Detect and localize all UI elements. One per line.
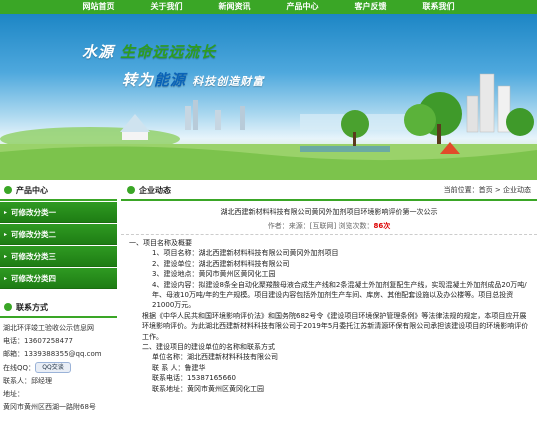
product-center-header: 产品中心 [0, 181, 117, 201]
qq-label: 在线QQ： [3, 363, 36, 372]
contact-company: 湖北环评竣工验收公示信息网 [3, 324, 94, 332]
contact-phone: 电话：13607258477 [3, 337, 73, 346]
article-paragraph: 单位名称：湖北西建新材料科技有限公司 [152, 353, 278, 362]
nav-about[interactable]: 关于我们 [133, 0, 201, 14]
slogan-water: 水源 [82, 43, 115, 61]
bullet-icon [127, 186, 135, 194]
main-area: 产品中心 ▸ 可修改分类一 ▸ 可修改分类二 ▸ 可修改分类三 ▸ 可修改分类四 联系方… [0, 181, 537, 434]
slogan-convert: 转为 [122, 71, 155, 89]
article-paragraph: 3、建设地点：黄冈市黄州区黄冈化工园 [152, 270, 276, 279]
tab-label: 企业动态 [139, 185, 171, 195]
tab-company-news[interactable]: 企业动态 [121, 185, 171, 196]
bullet-icon [4, 186, 12, 194]
contact-address-label: 地址： [3, 390, 24, 399]
triangle-icon: ▸ [4, 230, 8, 238]
sidebar: 产品中心 ▸ 可修改分类一 ▸ 可修改分类二 ▸ 可修改分类三 ▸ 可修改分类四 联系方… [0, 181, 117, 418]
article-paragraph: 根据《中华人民共和国环境影响评价法》和国务院682号令《建设项目环境保护管理条例… [142, 311, 529, 341]
sidebar-item-label: 可修改分类三 [11, 251, 57, 261]
meta-hits-label: 浏览次数： [338, 222, 374, 230]
article-paragraph: 4、建设内容：拟建设8条全自动化聚羧酸母液合成生产线和2条混凝土外加剂复配生产线… [152, 280, 527, 310]
meta-source: [互联网] [309, 222, 337, 230]
content-header: 企业动态 当前位置：首页 > 企业动态 [121, 181, 537, 201]
sidebar-item-2[interactable]: ▸ 可修改分类二 [0, 224, 117, 245]
article-paragraph: 一、项目名称及概要 [129, 239, 192, 247]
nav-news[interactable]: 新闻资讯 [201, 0, 269, 14]
article-paragraph: 联系电话：15387165660 [152, 374, 236, 383]
article-paragraph: 联系地址：黄冈市黄州区黄冈化工园 [152, 384, 264, 393]
contact-qq: 在线QQ： QQ交谈 [3, 362, 114, 375]
contact-title: 联系方式 [16, 302, 48, 312]
article-paragraph: 二、建设项目的建设单位的名称和联系方式 [142, 343, 275, 352]
content-panel: 企业动态 当前位置：首页 > 企业动态 湖北西建新材料科技有限公司黄冈外加剂项目… [121, 181, 537, 394]
banner: 水源 生命远远流长 转为能源 科技创造财富 [0, 14, 537, 180]
meta-author-source: 作者：来源： [267, 222, 310, 230]
sidebar-item-label: 可修改分类二 [11, 229, 57, 239]
bullet-icon [4, 303, 12, 311]
banner-slogan-2: 转为能源 科技创造财富 [122, 69, 264, 90]
slogan-life: 生命远远流长 [120, 43, 217, 61]
contact-address: 黄冈市黄州区西湖一路附68号 [3, 403, 96, 412]
contact-person: 联系人：邱经理 [3, 376, 52, 385]
contact-section: 联系方式 湖北环评竣工验收公示信息网 电话：13607258477 邮箱：133… [0, 298, 117, 418]
contact-email: 邮箱：1339388355@qq.com [3, 350, 102, 359]
qq-chat-button[interactable]: QQ交谈 [35, 362, 72, 374]
article-title: 湖北西建新材料科技有限公司黄冈外加剂项目环境影响评价第一次公示 [220, 208, 438, 216]
nav-contact[interactable]: 联系我们 [405, 0, 473, 14]
triangle-icon: ▸ [4, 252, 8, 260]
product-center-title: 产品中心 [16, 185, 48, 195]
sidebar-item-label: 可修改分类一 [11, 207, 57, 217]
slogan-tech: 科技创造财富 [192, 75, 265, 88]
article-body: 一、项目名称及概要 1、项目名称：湖北西建新材料科技有限公司黄冈外加剂项目 2、建设… [121, 235, 537, 394]
article-paragraph: 2、建设单位：湖北西建新材料科技有限公司 [152, 259, 290, 268]
nav-products[interactable]: 产品中心 [269, 0, 337, 14]
banner-scenery [0, 73, 537, 180]
sidebar-item-3[interactable]: ▸ 可修改分类三 [0, 246, 117, 267]
slogan-energy: 能源 [154, 71, 187, 89]
sidebar-item-1[interactable]: ▸ 可修改分类一 [0, 202, 117, 223]
breadcrumb[interactable]: 当前位置：首页 > 企业动态 [444, 185, 537, 195]
nav-home[interactable]: 网站首页 [65, 0, 133, 14]
article-meta: 作者：来源：[互联网] 浏览次数：86次 [121, 221, 537, 235]
nav-feedback[interactable]: 客户反馈 [337, 0, 405, 14]
top-navigation: 网站首页 关于我们 新闻资讯 产品中心 客户反馈 联系我们 [0, 0, 537, 14]
sidebar-item-4[interactable]: ▸ 可修改分类四 [0, 268, 117, 289]
contact-header: 联系方式 [0, 298, 117, 318]
triangle-icon: ▸ [4, 274, 8, 282]
meta-hits: 86次 [373, 222, 391, 230]
banner-slogan-1: 水源 生命远远流长 [82, 41, 216, 62]
sidebar-item-label: 可修改分类四 [11, 273, 57, 283]
contact-info: 湖北环评竣工验收公示信息网 电话：13607258477 邮箱：13393883… [0, 318, 117, 418]
article-paragraph: 1、项目名称：湖北西建新材料科技有限公司黄冈外加剂项目 [152, 249, 339, 258]
triangle-icon: ▸ [4, 208, 8, 216]
article-paragraph: 联 系 人：鲁建华 [152, 363, 206, 372]
